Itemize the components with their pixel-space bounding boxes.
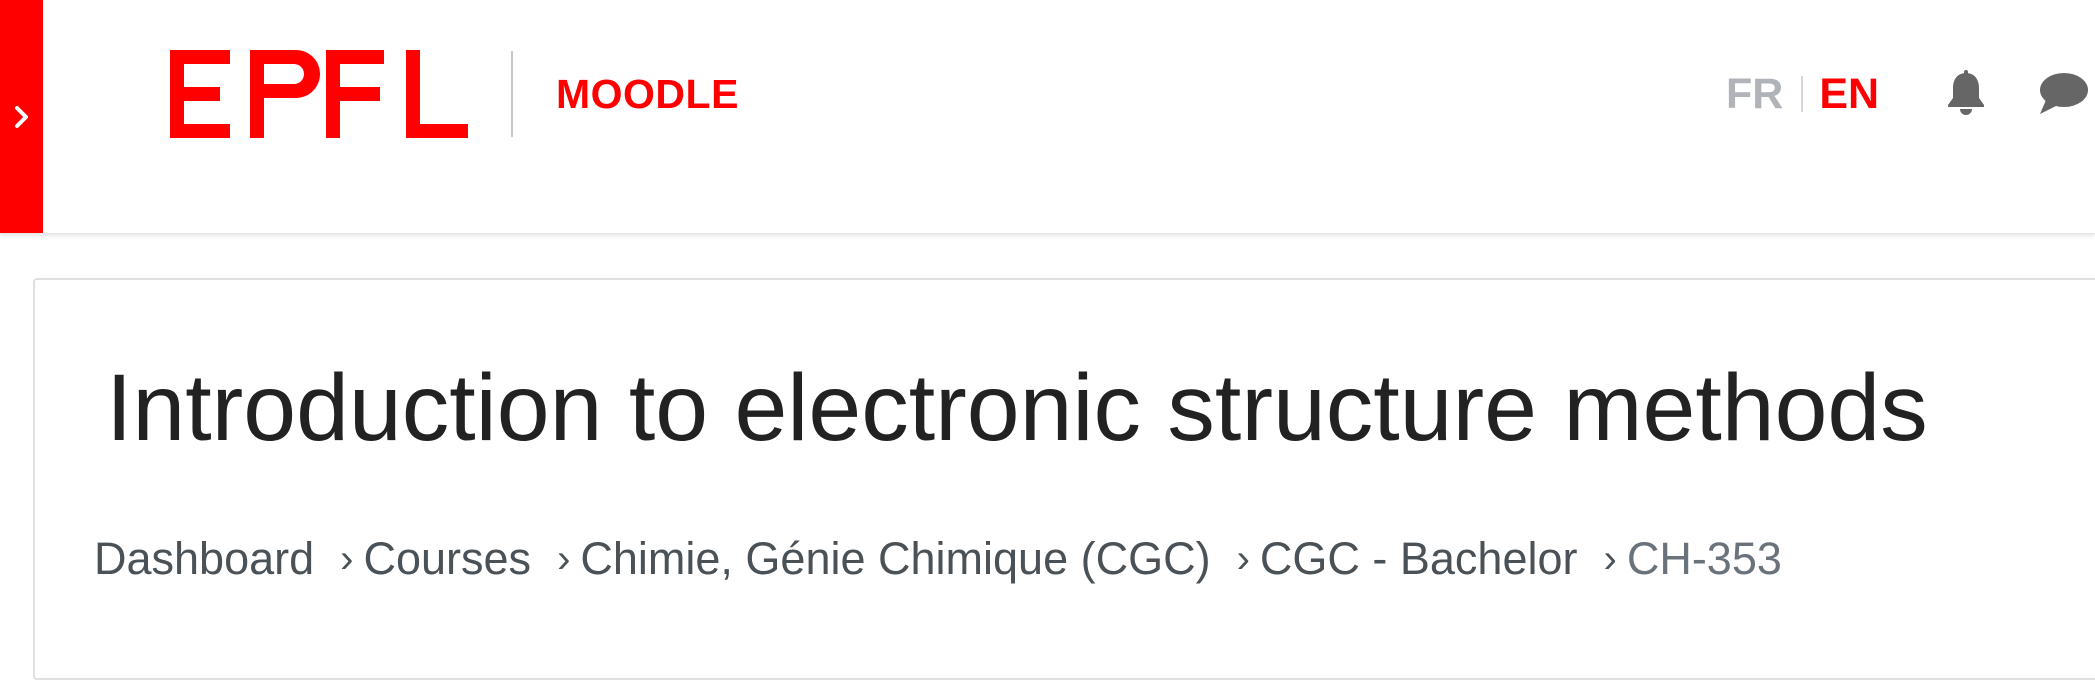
- language-separator: [1801, 76, 1804, 112]
- breadcrumb-separator: ›: [340, 537, 354, 581]
- breadcrumb-separator: ›: [1603, 537, 1617, 581]
- language-en-link[interactable]: EN: [1819, 70, 1879, 118]
- notifications-button[interactable]: [1944, 70, 1988, 116]
- brand-divider: [511, 51, 513, 137]
- breadcrumb-item-current[interactable]: CH-353: [1627, 531, 1782, 587]
- language-fr-link[interactable]: FR: [1726, 70, 1783, 118]
- chat-icon: [2040, 73, 2088, 114]
- epfl-logo[interactable]: [170, 50, 470, 140]
- page-header-card: [33, 278, 2095, 680]
- breadcrumb-item-category[interactable]: Chimie, Génie Chimique (CGC): [580, 531, 1210, 587]
- top-navbar: MOODLE FR EN: [0, 0, 2095, 234]
- language-switcher: FR EN: [1726, 70, 1879, 118]
- bell-icon: [1948, 70, 1984, 115]
- breadcrumb-item-courses[interactable]: Courses: [363, 531, 531, 587]
- breadcrumb-item-subcategory[interactable]: CGC - Bachelor: [1260, 531, 1578, 587]
- breadcrumb-item-dashboard[interactable]: Dashboard: [94, 531, 314, 587]
- drawer-toggle-button[interactable]: [0, 0, 43, 233]
- chevron-right-icon: [14, 105, 28, 128]
- breadcrumb-separator: ›: [1236, 537, 1250, 581]
- messages-button[interactable]: [2036, 70, 2092, 116]
- page-title: Introduction to electronic structure met…: [106, 355, 1928, 461]
- site-name[interactable]: MOODLE: [556, 70, 739, 118]
- breadcrumb: Dashboard › Courses › Chimie, Génie Chim…: [94, 531, 1782, 587]
- breadcrumb-separator: ›: [557, 537, 571, 581]
